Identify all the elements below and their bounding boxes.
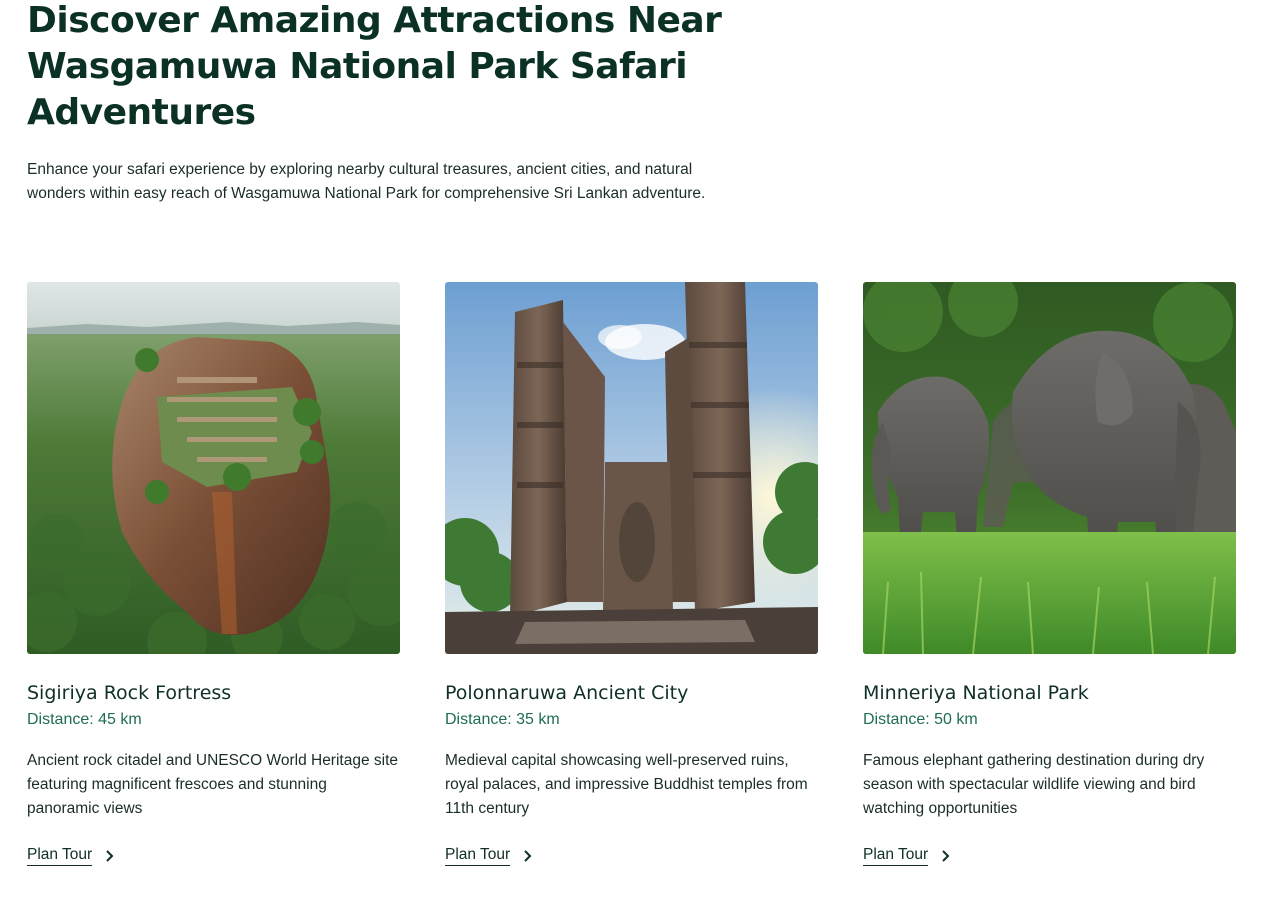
chevron-right-icon xyxy=(942,849,950,862)
attraction-title: Sigiriya Rock Fortress xyxy=(27,682,232,704)
plan-tour-label: Plan Tour xyxy=(445,845,511,866)
chevron-right-icon xyxy=(106,849,114,862)
attraction-distance: Distance: 45 km xyxy=(27,711,142,728)
attraction-title: Polonnaruwa Ancient City xyxy=(445,682,689,704)
attraction-distance: Distance: 50 km xyxy=(863,711,978,728)
attraction-card-minneriya: Minneriya National Park Distance: 50 km … xyxy=(863,282,1236,866)
attraction-card-sigiriya: Sigiriya Rock Fortress Distance: 45 km A… xyxy=(27,282,400,866)
page-subtitle: Enhance your safari experience by explor… xyxy=(27,161,706,202)
attraction-card-polonnaruwa: Polonnaruwa Ancient City Distance: 35 km… xyxy=(445,282,818,866)
attraction-description: Famous elephant gathering destination du… xyxy=(863,752,1205,817)
plan-tour-link[interactable]: Plan Tour xyxy=(863,845,952,866)
plan-tour-label: Plan Tour xyxy=(863,845,929,866)
plan-tour-link[interactable]: Plan Tour xyxy=(445,845,534,866)
page-title: Discover Amazing Attractions Near Wasgam… xyxy=(27,0,722,133)
elephants-photo xyxy=(863,282,1236,654)
chevron-right-icon xyxy=(524,849,532,862)
sigiriya-rock-photo xyxy=(27,282,400,654)
plan-tour-label: Plan Tour xyxy=(27,845,93,866)
plan-tour-link[interactable]: Plan Tour xyxy=(27,845,116,866)
polonnaruwa-ruins-photo xyxy=(445,282,818,654)
attraction-title: Minneriya National Park xyxy=(863,682,1089,704)
hero-section: Discover Amazing Attractions Near Wasgam… xyxy=(27,0,747,206)
attraction-description: Ancient rock citadel and UNESCO World He… xyxy=(27,752,399,817)
attraction-description: Medieval capital showcasing well-preserv… xyxy=(445,752,808,817)
attraction-distance: Distance: 35 km xyxy=(445,711,560,728)
